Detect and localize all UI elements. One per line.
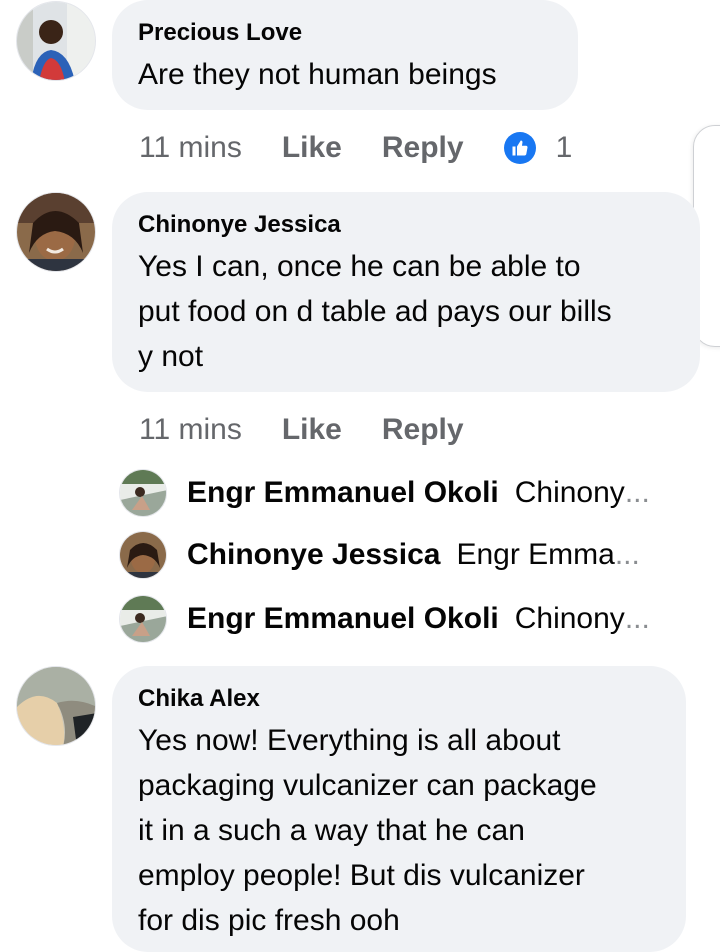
reaction-count: 1: [555, 131, 573, 164]
comment-bubble: Chika Alex Yes now! Everything is all ab…: [112, 666, 686, 952]
avatar-chinonye-jessica[interactable]: [119, 531, 167, 579]
comment-author[interactable]: Chika Alex: [138, 684, 658, 714]
reply-item[interactable]: Engr Emmanuel Okoli Chinony...: [119, 468, 650, 518]
reply-button[interactable]: Reply: [382, 131, 464, 165]
comment-bubble: Precious Love Are they not human beings: [112, 0, 578, 110]
reply-item[interactable]: Chinonye Jessica Engr Emma...: [119, 530, 640, 580]
reply-author[interactable]: Engr Emmanuel Okoli: [187, 476, 499, 510]
like-button[interactable]: Like: [282, 413, 342, 447]
comment-author[interactable]: Chinonye Jessica: [138, 210, 672, 240]
comment-bubble: Chinonye Jessica Yes I can, once he can …: [112, 192, 700, 392]
comment-text: Yes now! Everything is all about packagi…: [138, 724, 597, 937]
comment-text: Are they not human beings: [138, 58, 497, 91]
comments-thread: Precious Love Are they not human beings …: [0, 0, 720, 952]
avatar-precious-love[interactable]: [16, 1, 96, 81]
like-button[interactable]: Like: [282, 131, 342, 165]
reply-author[interactable]: Chinonye Jessica: [187, 538, 440, 572]
reply-preview: Chinony: [514, 476, 625, 509]
comment-text: Yes I can, once he can be able to put fo…: [138, 250, 612, 373]
avatar-engr-emmanuel-okoli[interactable]: [119, 469, 167, 517]
reaction-summary[interactable]: 1: [503, 131, 573, 165]
comment-timestamp[interactable]: 11 mins: [139, 413, 242, 447]
avatar-chika-alex[interactable]: [16, 666, 96, 746]
reply-ellipsis: ...: [614, 538, 640, 571]
reply-ellipsis: ...: [624, 476, 650, 509]
comment-actions: 11 mins Like Reply 1: [139, 128, 572, 168]
reply-preview: Engr Emma: [456, 538, 615, 571]
thumbs-up-icon: [503, 132, 536, 164]
comment-author[interactable]: Precious Love: [138, 18, 550, 48]
reply-preview: Chinony: [514, 602, 625, 635]
reply-button[interactable]: Reply: [382, 413, 464, 447]
comment-timestamp[interactable]: 11 mins: [139, 131, 242, 165]
reply-ellipsis: ...: [624, 602, 650, 635]
comment-actions: 11 mins Like Reply: [139, 410, 504, 450]
reply-author[interactable]: Engr Emmanuel Okoli: [187, 602, 499, 636]
avatar-engr-emmanuel-okoli[interactable]: [119, 595, 167, 643]
avatar-chinonye-jessica[interactable]: [16, 192, 96, 272]
reply-item[interactable]: Engr Emmanuel Okoli Chinony...: [119, 594, 650, 644]
